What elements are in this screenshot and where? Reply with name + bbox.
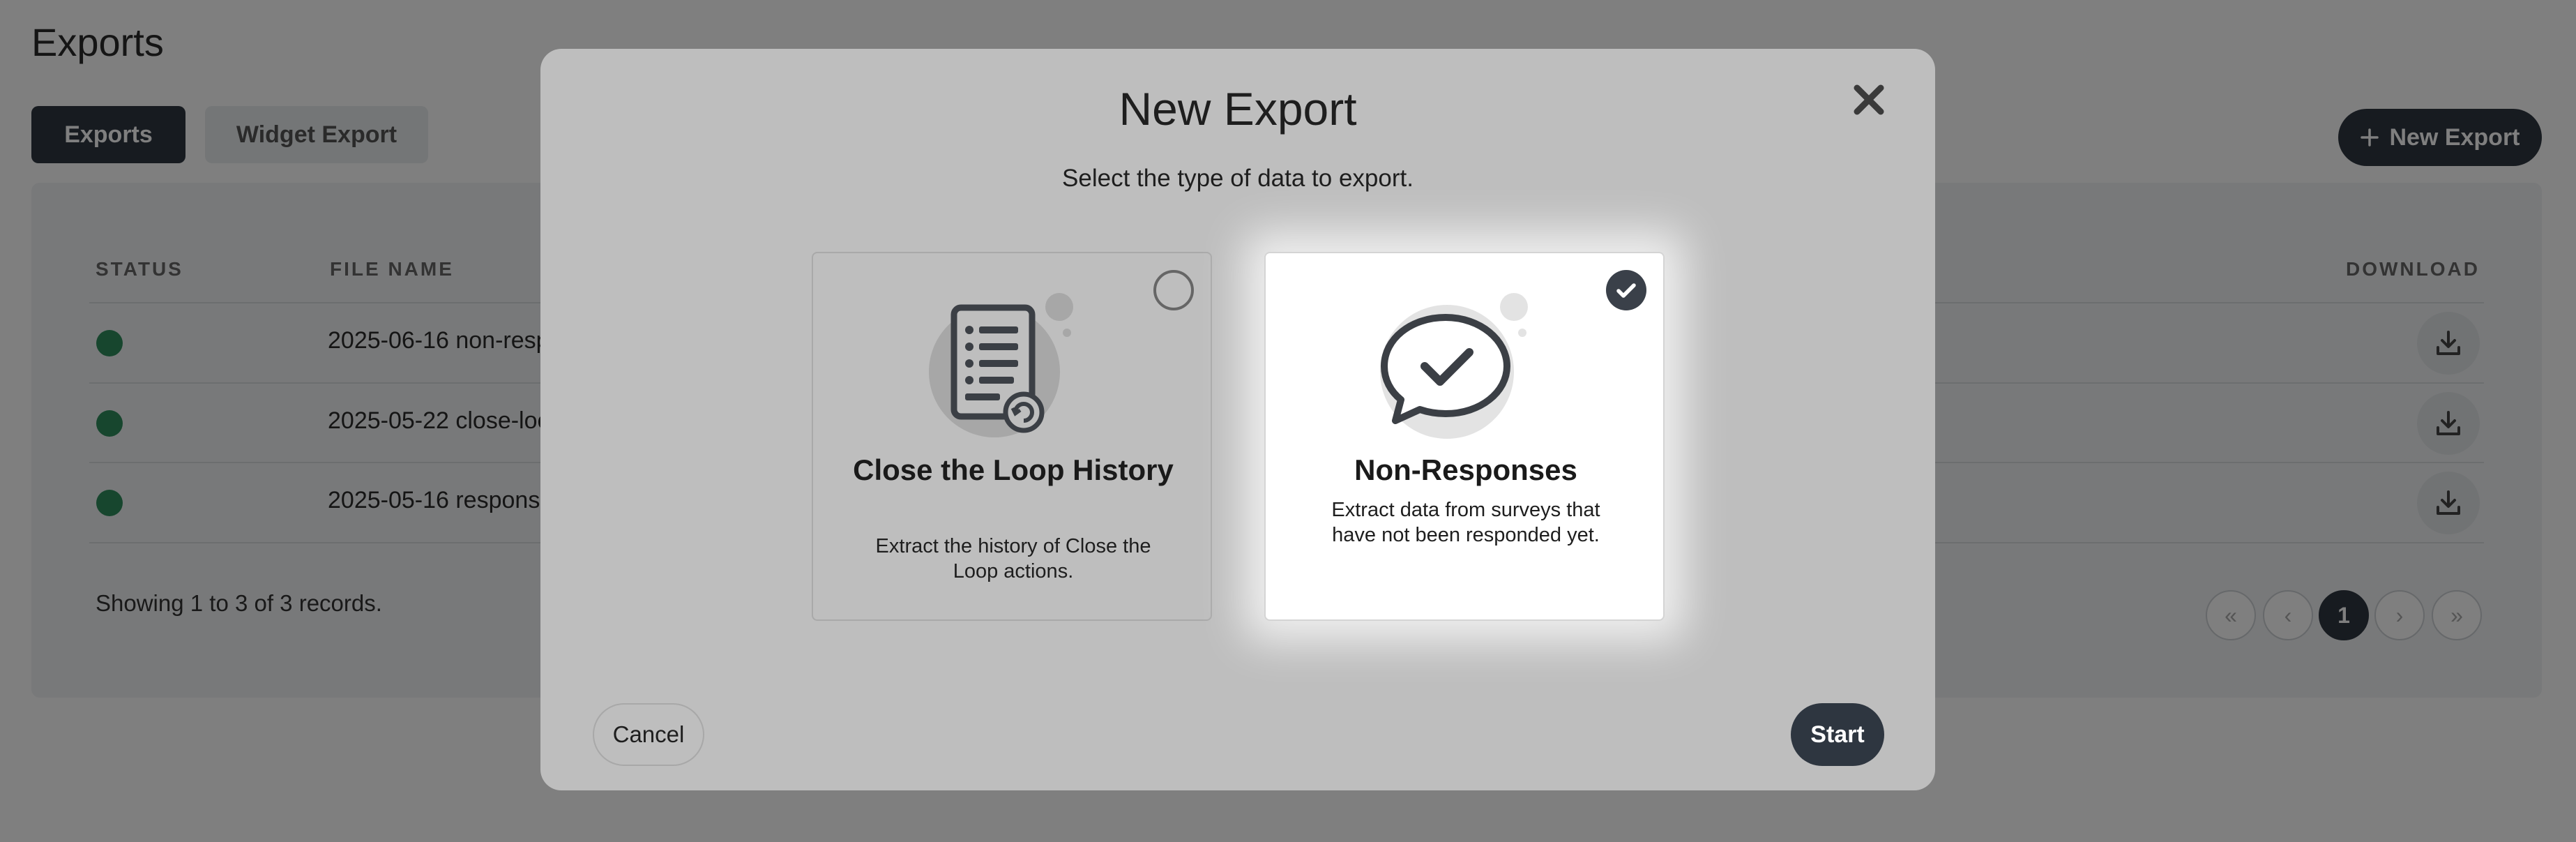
speech-bubble-check-icon (1380, 293, 1528, 439)
option-close-the-loop-history[interactable]: Close the Loop History Extract the histo… (812, 252, 1212, 621)
option-title: Non-Responses (1354, 453, 1577, 486)
option-radio-selected[interactable] (1606, 270, 1646, 310)
option-non-responses[interactable]: Non-Responses Extract data from surveys … (1264, 252, 1665, 621)
option-description: Extract data from surveys that have not … (1331, 499, 1600, 546)
option-title: Close the Loop History (853, 453, 1174, 486)
cancel-button[interactable]: Cancel (593, 703, 704, 766)
option-description: Extract the history of Close the Loop ac… (875, 535, 1151, 582)
close-icon (1854, 84, 1884, 115)
start-button[interactable]: Start (1791, 703, 1884, 766)
option-radio-unselected[interactable] (1153, 270, 1194, 310)
modal-title: New Export (1119, 83, 1357, 135)
check-icon (1616, 283, 1636, 298)
document-icon (929, 293, 1073, 437)
modal-subtitle: Select the type of data to export. (1062, 165, 1414, 192)
new-export-modal: New Export Select the type of data to ex… (540, 49, 1935, 790)
close-button[interactable] (1844, 75, 1893, 124)
